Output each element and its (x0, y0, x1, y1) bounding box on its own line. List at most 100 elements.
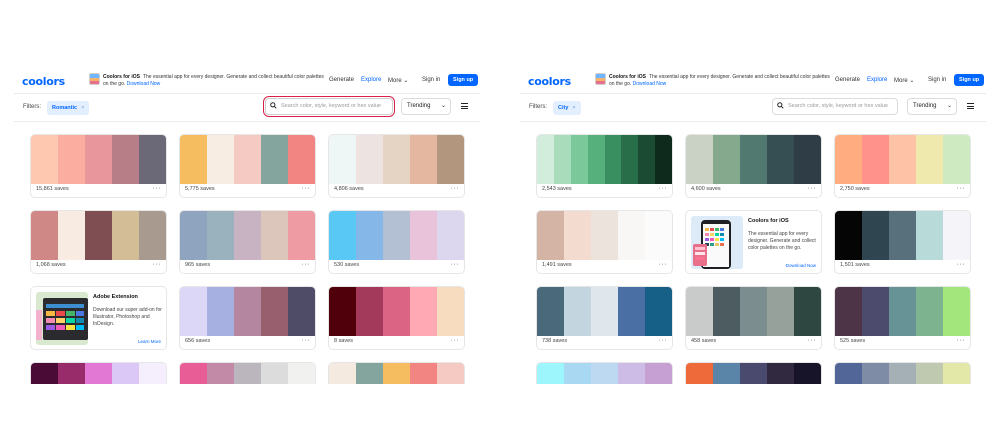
filter-chip[interactable]: City × (553, 101, 581, 115)
palette-card[interactable]: 1,491 saves ··· (536, 210, 673, 274)
palette-swatches[interactable] (686, 135, 821, 184)
color-swatch[interactable] (31, 211, 58, 260)
palette-swatches[interactable] (537, 135, 672, 184)
color-swatch[interactable] (537, 135, 554, 184)
color-swatch[interactable] (112, 135, 139, 184)
color-swatch[interactable] (618, 363, 645, 384)
color-swatch[interactable] (288, 287, 315, 336)
more-options-icon[interactable]: ··· (302, 260, 311, 269)
palette-card[interactable]: 530 saves ··· (328, 210, 465, 274)
download-now-link[interactable]: Download Now (633, 81, 667, 87)
palette-card[interactable]: 15,861 saves ··· (30, 134, 167, 198)
palette-card[interactable] (30, 362, 167, 384)
color-swatch[interactable] (329, 211, 356, 260)
palette-swatches[interactable] (537, 363, 672, 384)
color-swatch[interactable] (437, 211, 464, 260)
color-swatch[interactable] (85, 211, 112, 260)
palette-swatches[interactable] (180, 211, 315, 260)
color-swatch[interactable] (383, 211, 410, 260)
color-swatch[interactable] (916, 287, 943, 336)
color-swatch[interactable] (288, 135, 315, 184)
color-swatch[interactable] (356, 363, 383, 384)
remove-filter-icon[interactable]: × (572, 105, 575, 111)
color-swatch[interactable] (889, 135, 916, 184)
color-swatch[interactable] (410, 287, 437, 336)
color-swatch[interactable] (356, 287, 383, 336)
color-swatch[interactable] (645, 363, 672, 384)
color-swatch[interactable] (410, 211, 437, 260)
search-input[interactable]: Search color, style, keyword or hex valu… (772, 98, 898, 115)
color-swatch[interactable] (288, 211, 315, 260)
color-swatch[interactable] (234, 211, 261, 260)
color-swatch[interactable] (537, 211, 564, 260)
color-swatch[interactable] (261, 287, 288, 336)
more-options-icon[interactable]: ··· (659, 260, 668, 269)
nav-explore[interactable]: Explore (361, 77, 381, 83)
color-swatch[interactable] (139, 135, 166, 184)
color-swatch[interactable] (437, 287, 464, 336)
more-options-icon[interactable]: ··· (302, 184, 311, 193)
color-swatch[interactable] (767, 135, 794, 184)
palette-card[interactable]: 458 saves ··· (685, 286, 822, 350)
color-swatch[interactable] (288, 363, 315, 384)
palette-swatches[interactable] (835, 363, 970, 384)
color-swatch[interactable] (618, 211, 645, 260)
color-swatch[interactable] (58, 135, 85, 184)
search-input[interactable]: Search color, style, keyword or hex valu… (263, 96, 395, 117)
palette-card[interactable]: 4,806 saves ··· (328, 134, 465, 198)
color-swatch[interactable] (139, 363, 166, 384)
color-swatch[interactable] (862, 287, 889, 336)
color-swatch[interactable] (943, 135, 970, 184)
color-swatch[interactable] (794, 287, 821, 336)
color-swatch[interactable] (767, 287, 794, 336)
color-swatch[interactable] (553, 135, 571, 184)
color-swatch[interactable] (139, 211, 166, 260)
nav-explore[interactable]: Explore (867, 77, 887, 83)
color-swatch[interactable] (180, 363, 207, 384)
color-swatch[interactable] (329, 363, 356, 384)
color-swatch[interactable] (234, 363, 261, 384)
color-swatch[interactable] (58, 363, 85, 384)
color-swatch[interactable] (835, 135, 862, 184)
filter-chip[interactable]: Romantic × (47, 101, 90, 115)
color-swatch[interactable] (261, 211, 288, 260)
color-swatch[interactable] (31, 135, 58, 184)
color-swatch[interactable] (180, 211, 207, 260)
color-swatch[interactable] (261, 135, 288, 184)
coolors-ios-card[interactable]: Coolors for iOS The essential app for ev… (685, 210, 822, 274)
palette-card[interactable]: 738 saves ··· (536, 286, 673, 350)
more-options-icon[interactable]: ··· (451, 260, 460, 269)
sort-select[interactable]: Trending ⌄ (401, 98, 451, 115)
color-swatch[interactable] (591, 287, 618, 336)
color-swatch[interactable] (645, 287, 672, 336)
color-swatch[interactable] (383, 363, 410, 384)
color-swatch[interactable] (862, 135, 889, 184)
more-options-icon[interactable]: ··· (808, 336, 817, 345)
color-swatch[interactable] (604, 135, 622, 184)
color-swatch[interactable] (794, 135, 821, 184)
color-swatch[interactable] (410, 363, 437, 384)
color-swatch[interactable] (943, 363, 970, 384)
color-swatch[interactable] (916, 135, 943, 184)
color-swatch[interactable] (207, 287, 234, 336)
color-swatch[interactable] (835, 211, 862, 260)
color-swatch[interactable] (329, 135, 356, 184)
color-swatch[interactable] (234, 135, 261, 184)
color-swatch[interactable] (713, 135, 740, 184)
palette-card[interactable] (685, 362, 822, 384)
color-swatch[interactable] (618, 287, 645, 336)
palette-card[interactable]: 5,775 saves ··· (179, 134, 316, 198)
coolors-logo[interactable]: coolors (22, 75, 65, 88)
palette-card[interactable]: 2,543 saves ··· (536, 134, 673, 198)
palette-swatches[interactable] (329, 135, 464, 184)
color-swatch[interactable] (862, 211, 889, 260)
more-options-icon[interactable]: ··· (302, 336, 311, 345)
color-swatch[interactable] (537, 287, 564, 336)
palette-swatches[interactable] (686, 363, 821, 384)
color-swatch[interactable] (207, 211, 234, 260)
palette-swatches[interactable] (180, 135, 315, 184)
color-swatch[interactable] (207, 135, 234, 184)
color-swatch[interactable] (587, 135, 605, 184)
color-swatch[interactable] (85, 363, 112, 384)
color-swatch[interactable] (564, 363, 591, 384)
